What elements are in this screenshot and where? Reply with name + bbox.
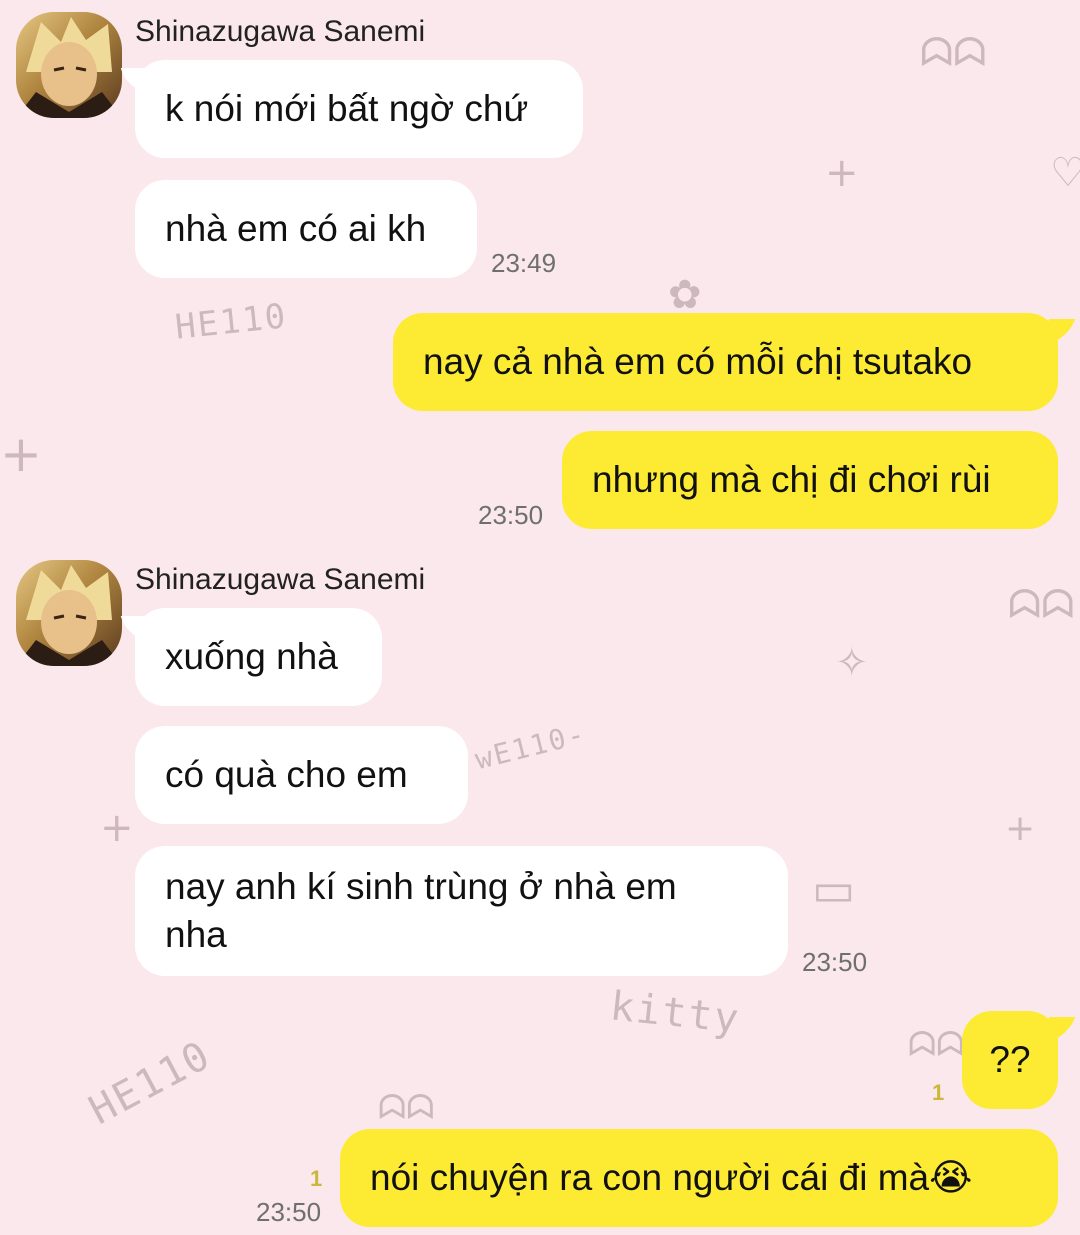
message-bubble[interactable]: nay anh kí sinh trùng ở nhà em nha [135, 846, 788, 976]
plus-doodle: + [1005, 808, 1036, 849]
flower-doodle: ✿ [668, 272, 702, 318]
message-text: nhưng mà chị đi chơi rùi [592, 459, 991, 500]
timestamp: 23:49 [491, 248, 557, 278]
message-bubble[interactable]: có quà cho em [135, 726, 468, 824]
plus-doodle: + [825, 150, 859, 196]
unread-count: 1 [310, 1166, 323, 1191]
hello-doodle: HE110 [81, 1032, 219, 1134]
message-text: nay cả nhà em có mỗi chị tsutako [423, 341, 973, 382]
message-bubble[interactable]: nay cả nhà em có mỗi chị tsutako [393, 313, 1058, 411]
message-bubble[interactable]: nhưng mà chị đi chơi rùi [562, 431, 1058, 529]
message-text: ?? [989, 1039, 1031, 1080]
timestamp: 23:50 [802, 947, 868, 977]
message-bubble[interactable]: nói chuyện ra con người cái đi mà😭 [340, 1129, 1058, 1227]
avatar[interactable] [16, 560, 122, 666]
hello-doodle: wE110- [471, 716, 590, 777]
hello-doodle: HE110 [173, 296, 290, 348]
avatar[interactable] [16, 12, 122, 118]
message-text: có quà cho em [165, 754, 408, 795]
bow-doodle: ᗣᗣ [920, 30, 987, 76]
heart-doodle: ♡ [1050, 150, 1080, 196]
message-text: nói chuyện ra con người cái đi mà😭 [370, 1157, 973, 1198]
bow-doodle: ᗣᗣ [1008, 582, 1075, 628]
message-text: xuống nhà [165, 636, 338, 677]
sender-name: Shinazugawa Sanemi [135, 563, 426, 596]
plus-doodle: + [0, 425, 42, 483]
message-bubble[interactable]: ?? [962, 1011, 1058, 1109]
timestamp: 23:50 [478, 500, 544, 530]
message-bubble[interactable]: xuống nhà [135, 608, 382, 706]
sparkle-doodle: ✧ [835, 640, 869, 686]
message-text: nay anh kí sinh trùng ở nhà em nha [165, 866, 677, 955]
message-text: nhà em có ai kh [165, 208, 427, 249]
kitty-doodle: kitty [607, 983, 743, 1043]
message-bubble[interactable]: nhà em có ai kh [135, 180, 477, 278]
sender-name: Shinazugawa Sanemi [135, 15, 426, 48]
message-text: k nói mới bất ngờ chứ [165, 88, 529, 129]
cat-doodle: ▭ [812, 862, 856, 916]
bow-doodle: ᗣᗣ [908, 1025, 965, 1065]
unread-count: 1 [932, 1080, 945, 1105]
plus-doodle: + [100, 805, 134, 851]
message-bubble[interactable]: k nói mới bất ngờ chứ [135, 60, 583, 158]
timestamp: 23:50 [256, 1197, 322, 1227]
bow-doodle: ᗣᗣ [378, 1088, 435, 1128]
